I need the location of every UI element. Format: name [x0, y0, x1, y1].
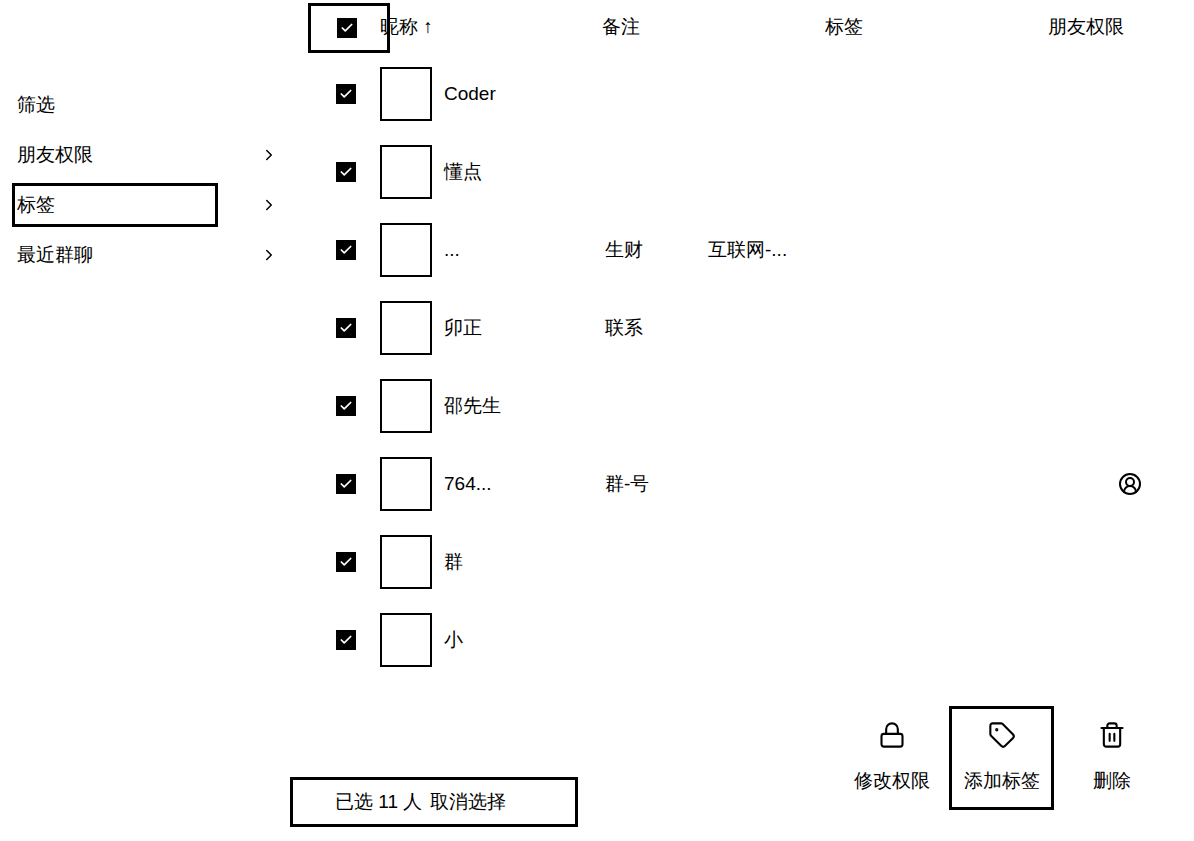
avatar: [380, 457, 432, 511]
tag: 互联网-...: [708, 236, 848, 265]
table-row[interactable]: 小: [290, 601, 1194, 679]
check-icon: [339, 399, 353, 413]
row-checkbox[interactable]: [336, 396, 356, 416]
remark: 群-号: [605, 470, 708, 499]
remark: 联系: [605, 314, 708, 343]
column-header[interactable]: 标签: [825, 13, 1048, 42]
table-row[interactable]: 卯正联系: [290, 289, 1194, 367]
row-checkbox[interactable]: [336, 84, 356, 104]
row-checkbox[interactable]: [336, 318, 356, 338]
avatar: [380, 145, 432, 199]
check-icon: [339, 321, 353, 335]
app: 筛选朋友权限标签最近群聊昵称 ↑备注标签朋友权限Coder懂点...生财互联网-…: [0, 0, 1194, 841]
check-icon: [340, 21, 354, 35]
trash-button[interactable]: 删除: [1059, 706, 1164, 810]
sidebar-item[interactable]: 最近群聊: [0, 230, 290, 280]
nickname: 邵先生: [444, 392, 605, 421]
nickname: 卯正: [444, 314, 605, 343]
row-checkbox[interactable]: [336, 474, 356, 494]
row-checkbox[interactable]: [336, 162, 356, 182]
table-row[interactable]: ...生财互联网-...: [290, 211, 1194, 289]
row-checkbox[interactable]: [336, 552, 356, 572]
nickname: 764...: [444, 470, 605, 499]
nickname: 群: [444, 548, 605, 577]
column-header[interactable]: 朋友权限: [1048, 13, 1124, 42]
table-row[interactable]: 懂点: [290, 133, 1194, 211]
remark: 生财: [605, 236, 708, 265]
footer: 已选 11 人取消选择 修改权限添加标签删除: [290, 679, 1194, 841]
nickname: 懂点: [444, 158, 605, 187]
column-header[interactable]: 昵称 ↑: [380, 13, 602, 42]
sidebar: 筛选朋友权限标签最近群聊: [0, 0, 290, 841]
nickname: Coder: [444, 80, 605, 109]
avatar: [380, 535, 432, 589]
nickname: 小: [444, 626, 605, 655]
table-row[interactable]: Coder: [290, 55, 1194, 133]
permission-icon: [1118, 472, 1142, 496]
chevron-icon: [260, 196, 278, 214]
sidebar-item[interactable]: 朋友权限: [0, 130, 290, 180]
check-icon: [339, 633, 353, 647]
cancel-selection[interactable]: 取消选择: [430, 788, 506, 817]
sidebar-item[interactable]: 筛选: [0, 80, 290, 130]
avatar: [380, 613, 432, 667]
check-icon: [339, 165, 353, 179]
avatar: [380, 301, 432, 355]
lock-button[interactable]: 修改权限: [839, 706, 944, 810]
nickname: ...: [444, 236, 605, 265]
sidebar-item[interactable]: 标签: [0, 180, 290, 230]
check-icon: [339, 87, 353, 101]
table-header: 昵称 ↑备注标签朋友权限: [290, 0, 1194, 55]
column-header[interactable]: 备注: [602, 13, 825, 42]
avatar: [380, 67, 432, 121]
row-checkbox[interactable]: [337, 18, 357, 38]
check-icon: [339, 555, 353, 569]
trash-icon: [1098, 721, 1126, 749]
row-checkbox[interactable]: [336, 240, 356, 260]
row-checkbox[interactable]: [336, 630, 356, 650]
tag-button[interactable]: 添加标签: [949, 706, 1054, 810]
selected-count: 已选 11 人: [335, 788, 422, 817]
lock-icon: [878, 721, 906, 749]
check-icon: [339, 243, 353, 257]
avatar: [380, 223, 432, 277]
status-bar: 已选 11 人取消选择: [290, 777, 578, 827]
contact-panel: 昵称 ↑备注标签朋友权限Coder懂点...生财互联网-...卯正联系邵先生76…: [290, 0, 1194, 841]
chevron-icon: [260, 246, 278, 264]
chevron-icon: [260, 146, 278, 164]
table-row[interactable]: 群: [290, 523, 1194, 601]
table-row[interactable]: 764...群-号: [290, 445, 1194, 523]
avatar: [380, 379, 432, 433]
check-icon: [339, 477, 353, 491]
table-row[interactable]: 邵先生: [290, 367, 1194, 445]
tag-icon: [988, 721, 1016, 749]
